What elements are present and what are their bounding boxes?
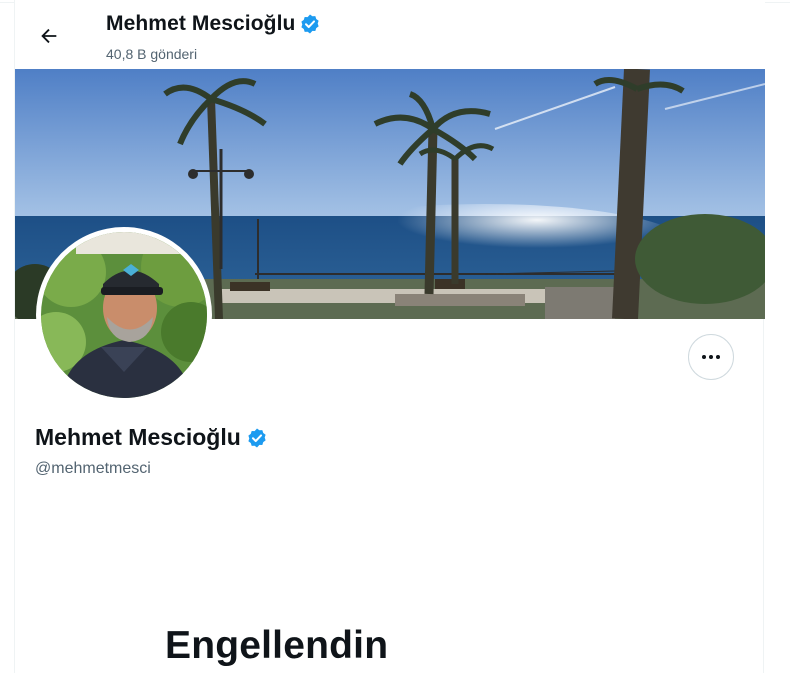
header-name-row: Mehmet Mescioğlu xyxy=(106,12,321,36)
profile-handle: @mehmetmesci xyxy=(35,460,151,477)
profile-display-name: Mehmet Mescioğlu xyxy=(35,424,241,450)
profile-header: Mehmet Mescioğlu 40,8 B gönderi xyxy=(15,0,765,69)
more-options-button[interactable] xyxy=(688,334,734,380)
blocked-title: Engellendin xyxy=(165,624,389,667)
verified-badge-icon xyxy=(248,427,266,448)
back-button[interactable] xyxy=(33,20,65,52)
header-display-name: Mehmet Mescioğlu xyxy=(106,12,296,35)
arrow-left-icon xyxy=(41,28,57,44)
verified-badge-icon xyxy=(301,14,320,34)
post-count: 40,8 B gönderi xyxy=(106,46,198,62)
more-horizontal-icon xyxy=(702,355,720,359)
avatar-photo xyxy=(41,232,207,398)
profile-name-row: Mehmet Mescioğlu xyxy=(35,424,268,451)
profile-column: Mehmet Mescioğlu 40,8 B gönderi Mehmet M… xyxy=(14,0,765,673)
avatar[interactable] xyxy=(36,227,212,403)
